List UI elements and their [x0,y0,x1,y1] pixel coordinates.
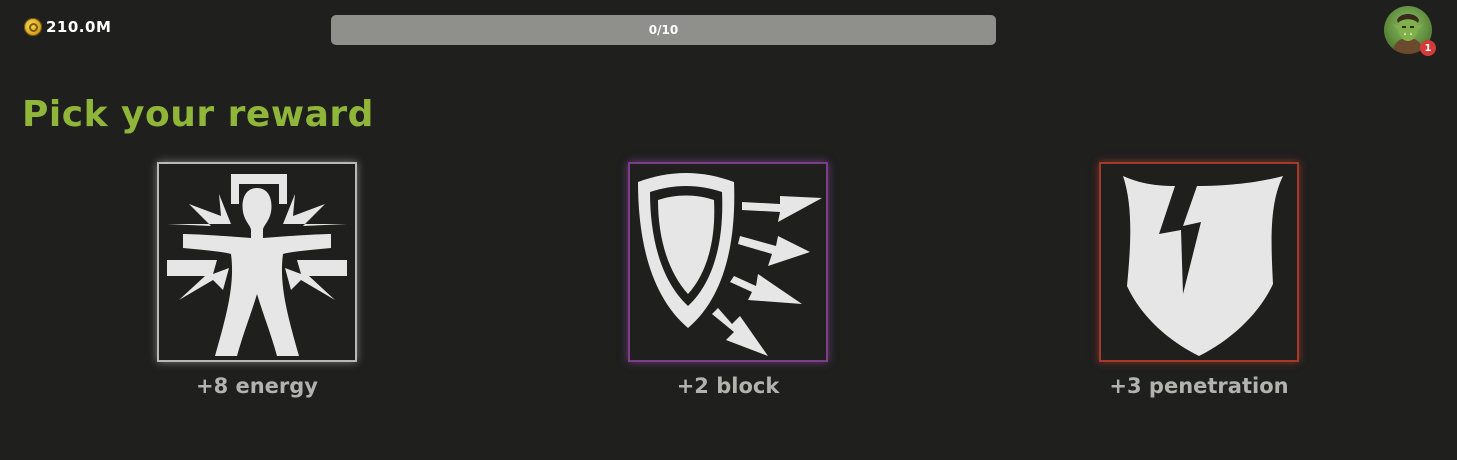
gold-amount: 210.0M [46,18,112,36]
profile-avatar-button[interactable]: 1 [1384,6,1436,56]
notification-badge: 1 [1420,40,1436,56]
reward-label-energy: +8 energy [195,374,319,398]
top-bar: 210.0M 0/10 1 [0,0,1457,60]
gold-display: 210.0M [24,18,111,36]
coin-icon [24,18,42,36]
penetration-icon [1123,176,1283,356]
progress-bar: 0/10 [331,15,996,45]
reward-card-block[interactable] [628,162,828,362]
reward-label-block: +2 block [676,374,780,398]
progress-text: 0/10 [648,23,679,37]
reward-card-penetration[interactable] [1099,162,1299,362]
reward-card-energy[interactable] [157,162,357,362]
block-icon [638,173,822,356]
energy-icon [167,174,347,356]
page-title: Pick your reward [22,94,374,135]
reward-label-penetration: +3 penetration [1109,374,1289,398]
